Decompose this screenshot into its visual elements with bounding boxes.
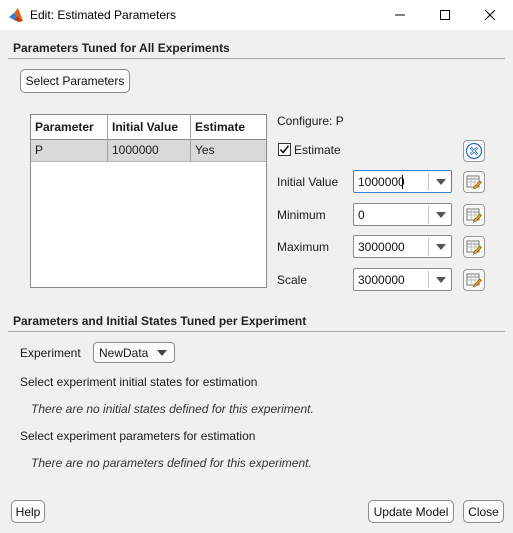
chevron-down-icon[interactable] xyxy=(436,277,446,283)
initial-value-label: Initial Value xyxy=(277,175,339,189)
section-divider xyxy=(8,58,505,59)
table-header: Parameter Initial Value Estimate xyxy=(31,115,266,140)
chevron-down-icon[interactable] xyxy=(436,212,446,218)
help-button[interactable]: Help xyxy=(11,500,45,523)
maximum-combobox[interactable]: 3000000 xyxy=(353,235,452,258)
chevron-down-icon xyxy=(157,350,167,356)
table-row[interactable]: P 1000000 Yes xyxy=(31,140,266,162)
configure-title: Configure: P xyxy=(277,114,344,128)
chevron-down-icon[interactable] xyxy=(436,179,446,185)
maximum-input[interactable]: 3000000 xyxy=(358,240,405,254)
edit-maximum-button[interactable] xyxy=(463,236,485,258)
combo-separator xyxy=(428,271,429,288)
initial-states-empty-message: There are no initial states defined for … xyxy=(31,402,314,416)
close-button[interactable]: Close xyxy=(463,500,504,523)
edit-scale-button[interactable] xyxy=(463,269,485,291)
combo-separator xyxy=(428,206,429,223)
chevron-down-icon[interactable] xyxy=(436,244,446,250)
combo-separator xyxy=(428,173,429,190)
minimum-label: Minimum xyxy=(277,208,326,222)
column-divider xyxy=(107,115,108,162)
column-header-estimate[interactable]: Estimate xyxy=(191,115,266,139)
parameters-heading: Select experiment parameters for estimat… xyxy=(20,429,256,443)
scale-input[interactable]: 3000000 xyxy=(358,273,405,287)
minimum-combobox[interactable]: 0 xyxy=(353,203,452,226)
select-parameters-button[interactable]: Select Parameters xyxy=(20,69,130,93)
edit-initial-value-button[interactable] xyxy=(463,171,485,193)
experiment-dropdown[interactable]: NewData xyxy=(93,342,175,363)
initial-states-heading: Select experiment initial states for est… xyxy=(20,375,258,389)
experiment-selected-value: NewData xyxy=(99,346,149,360)
table-edit-icon xyxy=(466,208,482,223)
table-edit-icon xyxy=(466,240,482,255)
cell-estimate: Yes xyxy=(195,143,215,157)
initial-value-combobox[interactable]: 1000000 xyxy=(353,170,452,193)
section-title-all-experiments: Parameters Tuned for All Experiments xyxy=(13,41,230,55)
table-edit-icon xyxy=(466,273,482,288)
text-cursor xyxy=(402,175,403,189)
column-divider xyxy=(190,115,191,162)
scale-label: Scale xyxy=(277,273,308,287)
estimate-checkbox[interactable] xyxy=(278,143,291,156)
minimum-input[interactable]: 0 xyxy=(358,208,365,222)
parameters-table[interactable]: Parameter Initial Value Estimate P 10000… xyxy=(30,114,267,288)
initial-value-input[interactable]: 1000000 xyxy=(358,175,405,189)
minimize-button[interactable] xyxy=(377,0,423,30)
maximum-label: Maximum xyxy=(277,240,330,254)
window-title: Edit: Estimated Parameters xyxy=(30,8,177,22)
column-header-initial-value[interactable]: Initial Value xyxy=(108,115,190,139)
estimate-label: Estimate xyxy=(294,143,341,157)
section-title-per-experiment: Parameters and Initial States Tuned per … xyxy=(13,314,307,328)
close-window-button[interactable] xyxy=(467,0,513,30)
scale-combobox[interactable]: 3000000 xyxy=(353,268,452,291)
close-circle-icon xyxy=(465,142,483,160)
table-edit-icon xyxy=(466,175,482,190)
cell-parameter: P xyxy=(35,143,44,157)
matlab-logo-icon xyxy=(8,7,24,23)
cell-initial-value: 1000000 xyxy=(112,143,159,157)
clear-parameter-button[interactable] xyxy=(463,140,485,162)
parameters-empty-message: There are no parameters defined for this… xyxy=(31,456,312,470)
combo-separator xyxy=(428,238,429,255)
column-header-parameter[interactable]: Parameter xyxy=(31,115,107,139)
experiment-label: Experiment xyxy=(20,346,81,360)
maximize-button[interactable] xyxy=(422,0,468,30)
update-model-button[interactable]: Update Model xyxy=(368,500,454,523)
section-divider xyxy=(8,331,505,332)
edit-minimum-button[interactable] xyxy=(463,204,485,226)
